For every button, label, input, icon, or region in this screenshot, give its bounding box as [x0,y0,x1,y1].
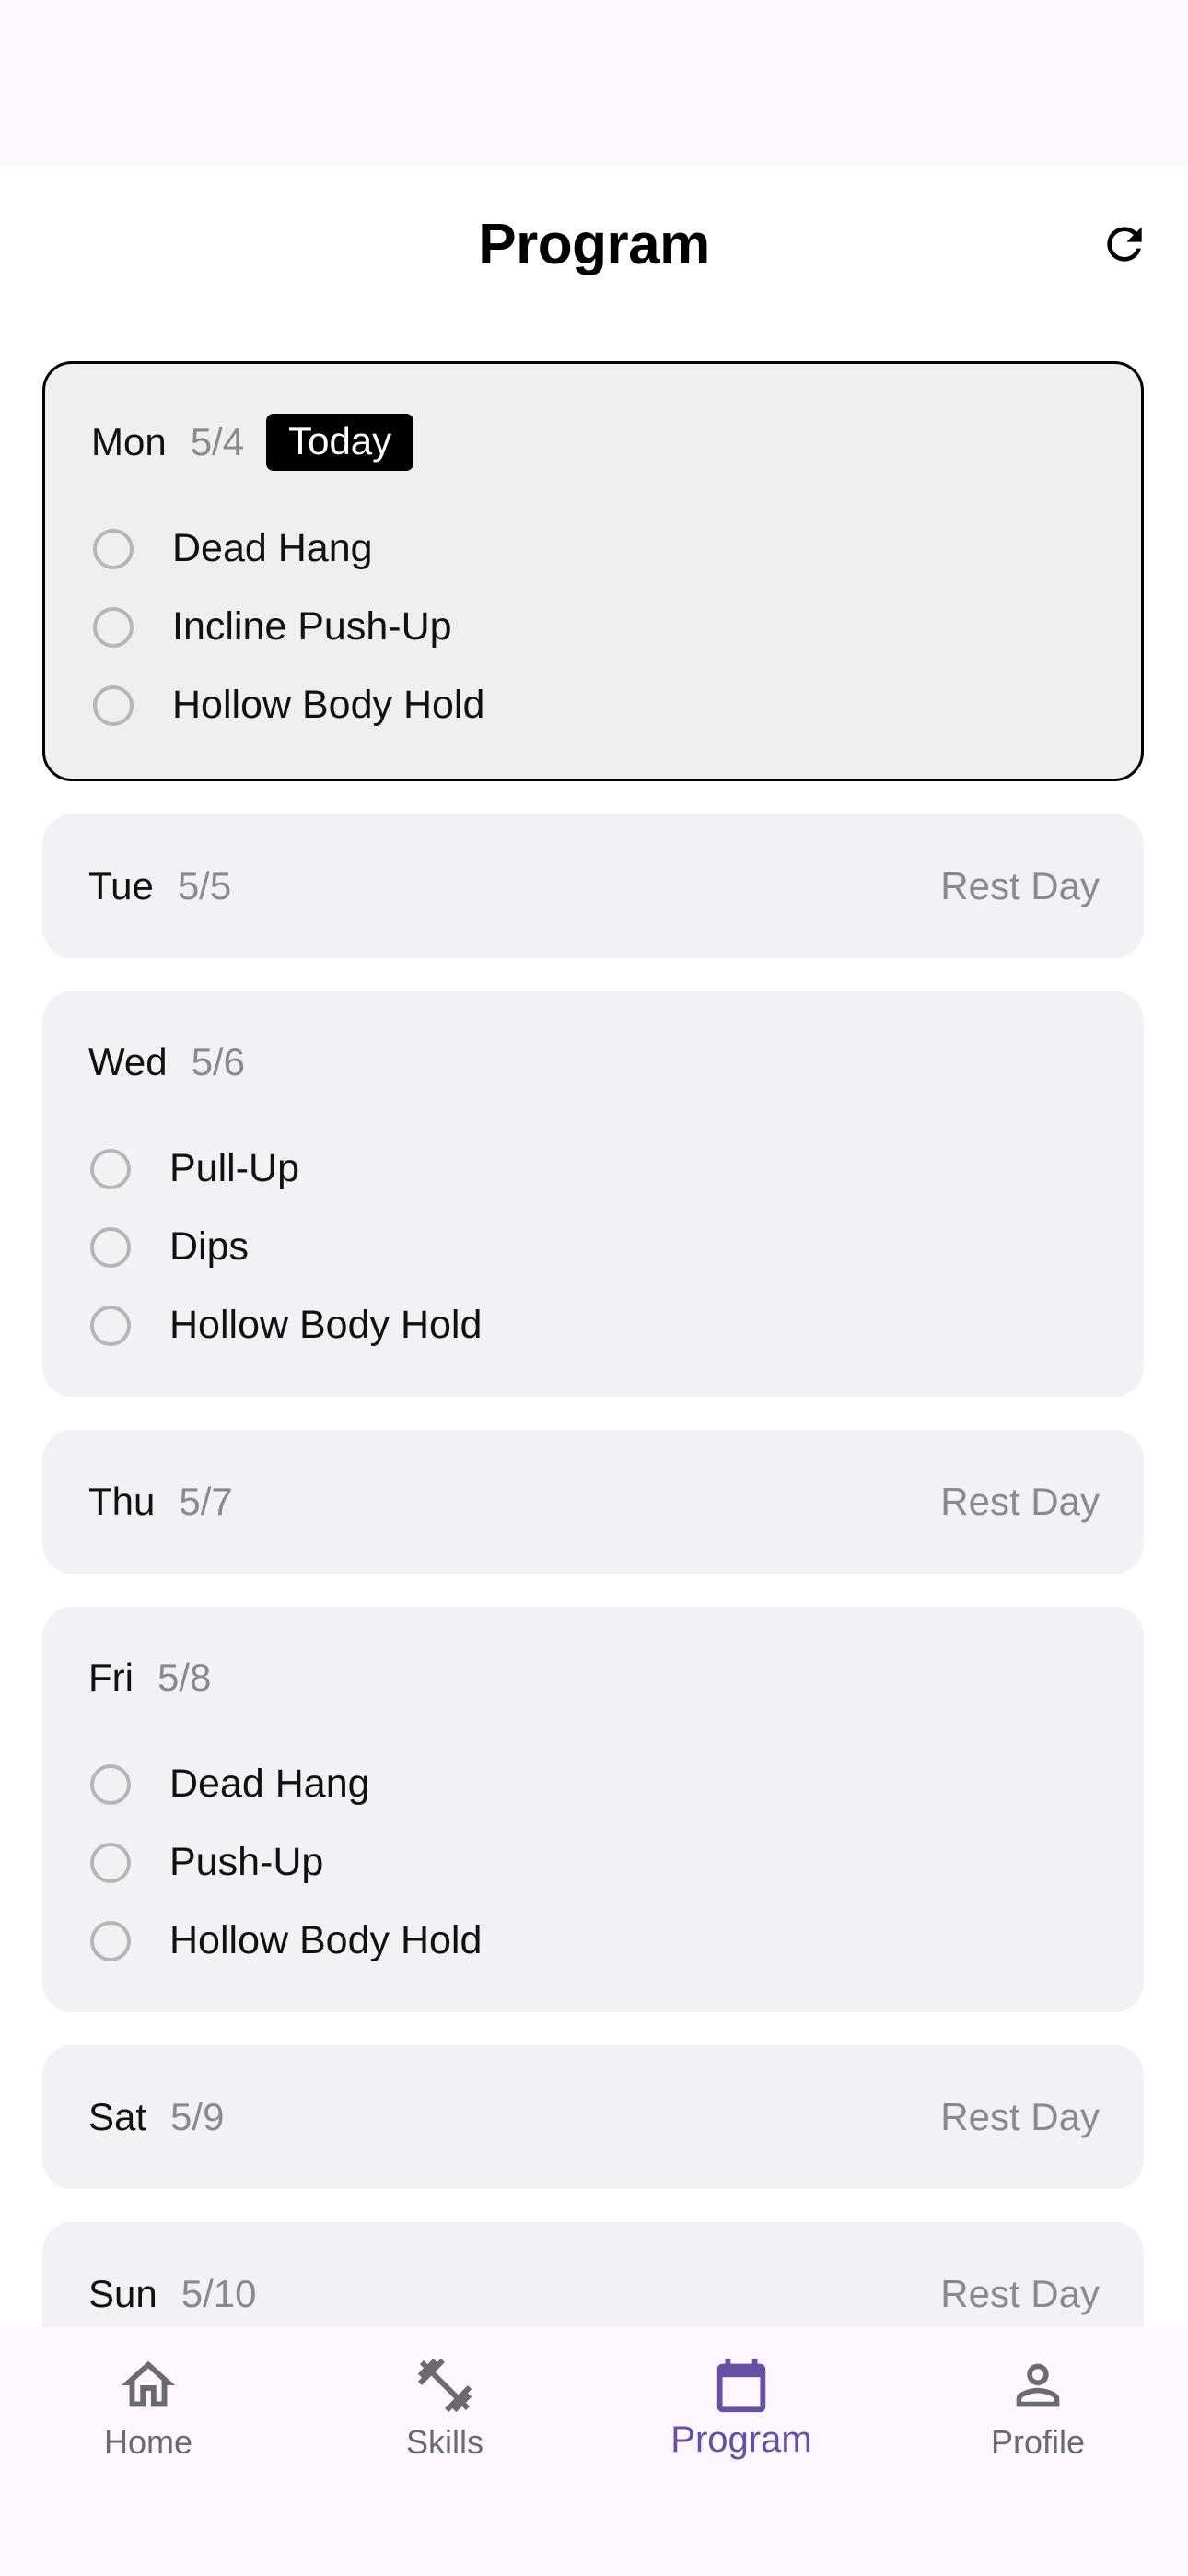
status-bar [0,0,1188,166]
home-icon [121,2360,176,2407]
rest-day-label: Rest Day [940,864,1100,907]
day-card-wed[interactable]: Wed 5/6 Pull-Up Dips Hollow Body Hold [42,991,1144,1397]
refresh-icon [1107,227,1142,262]
nav-label: Profile [990,2423,1086,2461]
calendar-icon [716,2358,766,2413]
exercise-item[interactable]: Hollow Body Hold [88,1286,482,1364]
exercise-label: Push-Up [169,1840,324,1884]
nav-item-skills[interactable]: Skills [297,2327,593,2502]
exercise-item[interactable]: Incline Push-Up [91,588,484,666]
exercise-checkbox[interactable] [90,1226,131,1268]
exercise-label: Dead Hang [172,526,373,570]
day-card-tue[interactable]: Tue 5/5 Rest Day [42,814,1144,958]
exercise-item[interactable]: Dead Hang [91,509,484,588]
nav-item-profile[interactable]: Profile [890,2327,1186,2502]
dumbbell-icon [417,2358,472,2413]
refresh-button[interactable] [1092,212,1157,276]
day-date: 5/9 [170,2095,225,2138]
day-name: Fri [88,1656,134,1699]
exercise-checkbox[interactable] [90,1763,131,1805]
day-card-fri[interactable]: Fri 5/8 Dead Hang Push-Up Hollow Body Ho… [42,1607,1144,2012]
day-name: Wed [88,1040,168,1083]
exercise-label: Hollow Body Hold [172,683,485,727]
exercise-label: Dead Hang [169,1762,370,1806]
exercise-checkbox[interactable] [93,685,134,726]
exercise-checkbox[interactable] [93,528,134,569]
exercise-item[interactable]: Hollow Body Hold [91,666,484,744]
nav-item-program[interactable]: Program [593,2327,890,2502]
exercise-checkbox[interactable] [90,1148,131,1189]
day-name: Sun [88,2272,157,2315]
day-card-thu[interactable]: Thu 5/7 Rest Day [42,1430,1144,1574]
exercise-item[interactable]: Dips [88,1208,482,1286]
day-date: 5/7 [179,1480,233,1523]
rest-day-label: Rest Day [940,2095,1100,2138]
day-card-mon[interactable]: Mon 5/4 Today Dead Hang Incline Push-Up … [42,361,1144,781]
exercise-checkbox[interactable] [93,606,134,648]
exercise-item[interactable]: Dead Hang [88,1745,482,1823]
day-name: Sat [88,2095,147,2138]
exercise-item[interactable]: Pull-Up [88,1130,482,1208]
exercise-label: Dips [169,1224,250,1269]
person-icon [1016,2363,1060,2407]
day-name: Tue [88,864,154,907]
exercise-checkbox[interactable] [90,1842,131,1883]
exercise-label: Pull-Up [169,1146,299,1190]
exercise-label: Hollow Body Hold [169,1303,483,1347]
rest-day-label: Rest Day [940,1480,1100,1523]
nav-label: Program [670,2419,812,2460]
page-title: Program [478,213,710,276]
nav-item-home[interactable]: Home [0,2327,297,2502]
exercise-label: Hollow Body Hold [169,1918,483,1962]
exercise-checkbox[interactable] [90,1920,131,1961]
day-date: 5/8 [157,1656,212,1699]
exercise-label: Incline Push-Up [172,604,452,649]
day-name: Mon [91,420,167,463]
exercise-checkbox[interactable] [90,1305,131,1346]
bottom-nav: Home Skills Program Profile [0,2327,1188,2576]
day-card-sat[interactable]: Sat 5/9 Rest Day [42,2045,1144,2189]
nav-label: Home [103,2423,193,2461]
day-date: 5/4 [190,420,245,463]
day-list: Mon 5/4 Today Dead Hang Incline Push-Up … [42,361,1144,2399]
day-date: 5/10 [181,2272,257,2315]
day-name: Thu [88,1480,156,1523]
nav-label: Skills [405,2423,483,2461]
day-date: 5/5 [177,864,232,907]
day-date: 5/6 [191,1040,245,1083]
today-badge: Today [266,414,414,471]
exercise-item[interactable]: Hollow Body Hold [88,1902,482,1980]
exercise-item[interactable]: Push-Up [88,1823,482,1902]
